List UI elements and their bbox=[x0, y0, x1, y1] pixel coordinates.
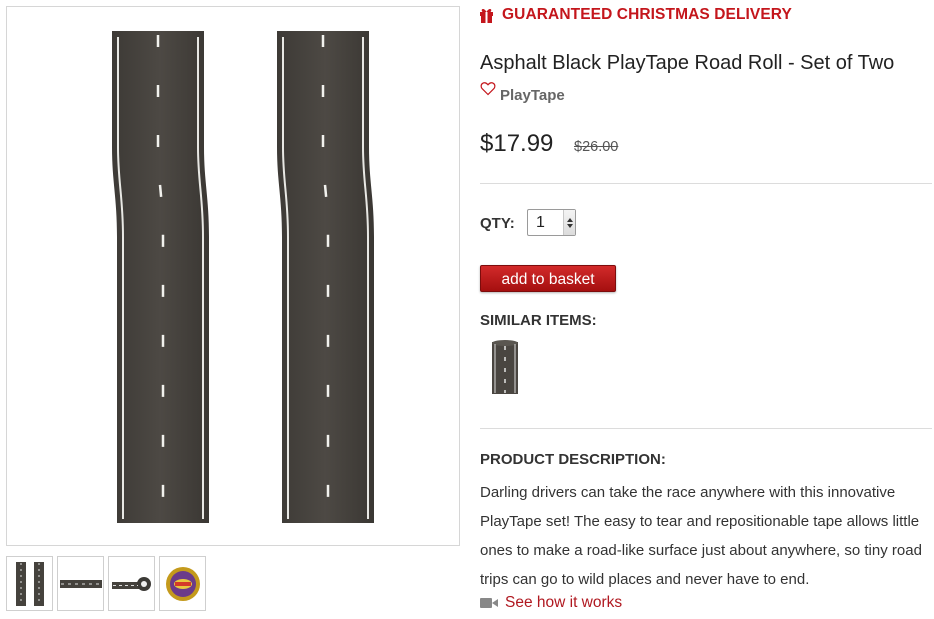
product-title: Asphalt Black PlayTape Road Roll - Set o… bbox=[480, 52, 895, 74]
christmas-delivery-banner: GUARANTEED CHRISTMAS DELIVERY bbox=[479, 6, 792, 24]
thumbnail-two-strips[interactable] bbox=[6, 556, 53, 611]
quantity-value: 1 bbox=[536, 214, 545, 231]
similar-item-road-tape[interactable] bbox=[486, 338, 524, 396]
promo-text: GUARANTEED CHRISTMAS DELIVERY bbox=[502, 6, 792, 23]
thumbnail-packaging[interactable] bbox=[159, 556, 206, 611]
brand-link[interactable]: PlayTape bbox=[500, 87, 565, 104]
thumbnail-strip bbox=[6, 556, 206, 611]
select-arrows-icon bbox=[563, 210, 575, 235]
packaging-thumbnail-icon bbox=[165, 566, 200, 601]
thumbnail-roll[interactable] bbox=[108, 556, 155, 611]
gift-icon bbox=[480, 8, 493, 23]
original-price: $26.00 bbox=[574, 139, 619, 155]
divider bbox=[480, 183, 932, 184]
main-product-image[interactable] bbox=[6, 6, 460, 546]
tape-roll-thumbnail-icon bbox=[111, 576, 151, 591]
see-how-it-works-label: See how it works bbox=[505, 594, 623, 611]
video-camera-icon bbox=[480, 598, 498, 608]
quantity-select[interactable]: 1 bbox=[527, 209, 576, 236]
divider bbox=[480, 428, 932, 429]
horizontal-road-thumbnail-icon bbox=[59, 579, 102, 588]
heart-outline-icon[interactable] bbox=[480, 81, 496, 96]
product-description-text: Darling drivers can take the race anywhe… bbox=[480, 484, 922, 588]
road-tape-image bbox=[112, 31, 374, 523]
thumbnail-horizontal-strip[interactable] bbox=[57, 556, 104, 611]
similar-items-heading: SIMILAR ITEMS: bbox=[480, 312, 597, 329]
qty-label: QTY: bbox=[480, 215, 515, 232]
see-how-it-works-link[interactable]: See how it works bbox=[480, 594, 622, 612]
add-to-basket-button[interactable]: add to basket bbox=[480, 265, 616, 292]
sale-price: $17.99 bbox=[480, 130, 554, 157]
product-description-heading: PRODUCT DESCRIPTION: bbox=[480, 451, 666, 468]
road-strips-thumbnail-icon bbox=[15, 561, 44, 606]
